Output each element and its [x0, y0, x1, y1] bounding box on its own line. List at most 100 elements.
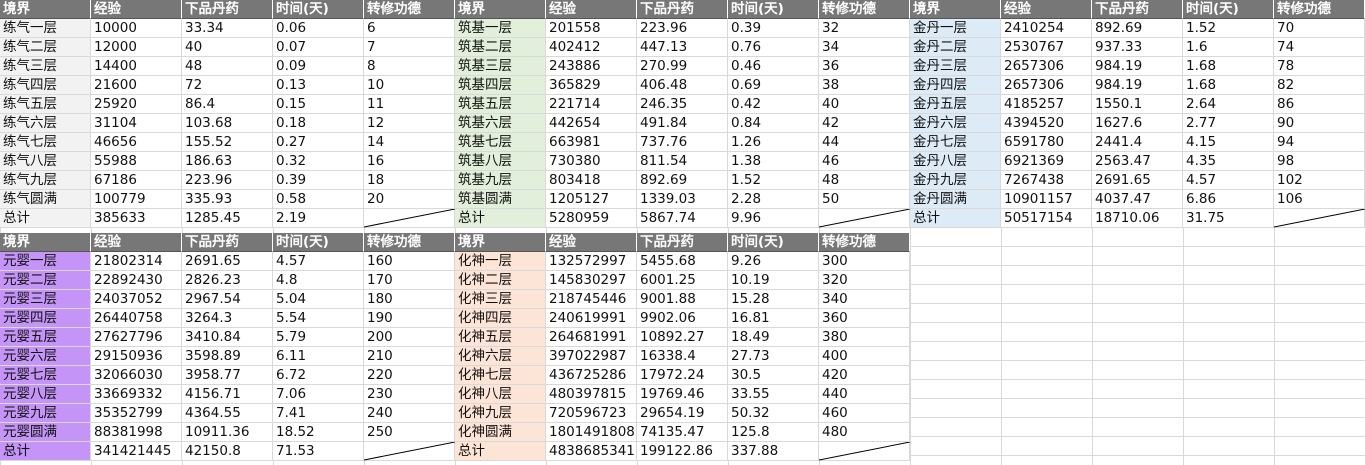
cell-days[interactable]: 5.79 — [273, 328, 364, 347]
column-header-experience[interactable]: 经验 — [546, 0, 637, 19]
column-header-pills[interactable]: 下品丹药 — [182, 0, 273, 19]
cell-merit[interactable]: 210 — [364, 347, 455, 366]
cell-realm[interactable]: 化神二层 — [455, 271, 546, 290]
cell-experience[interactable]: 22892430 — [91, 271, 182, 290]
column-header-pills[interactable]: 下品丹药 — [637, 233, 728, 252]
cell-merit[interactable]: 44 — [819, 133, 910, 152]
cell-days[interactable]: 0.09 — [273, 57, 364, 76]
cell-realm[interactable]: 金丹三层 — [910, 57, 1001, 76]
cell-experience[interactable]: 221714 — [546, 95, 637, 114]
cell-merit[interactable]: 94 — [1274, 133, 1365, 152]
cell-merit[interactable]: 38 — [819, 76, 910, 95]
total-cell-pills[interactable]: 42150.8 — [182, 442, 273, 461]
cell-pills[interactable]: 2563.47 — [1092, 152, 1183, 171]
cell-experience[interactable]: 397022987 — [546, 347, 637, 366]
cell-pills[interactable]: 447.13 — [637, 38, 728, 57]
column-header-experience[interactable]: 经验 — [1001, 0, 1092, 19]
cell-pills[interactable]: 2967.54 — [182, 290, 273, 309]
cell-days[interactable]: 0.18 — [273, 114, 364, 133]
cell-merit[interactable]: 250 — [364, 423, 455, 442]
total-cell-merit[interactable] — [819, 442, 910, 461]
cell-merit[interactable]: 7 — [364, 38, 455, 57]
cell-merit[interactable]: 400 — [819, 347, 910, 366]
cell-pills[interactable]: 2826.23 — [182, 271, 273, 290]
cell-pills[interactable]: 4037.47 — [1092, 190, 1183, 209]
cell-merit[interactable]: 86 — [1274, 95, 1365, 114]
cell-pills[interactable]: 74135.47 — [637, 423, 728, 442]
cell-merit[interactable]: 320 — [819, 271, 910, 290]
cell-realm[interactable]: 练气五层 — [0, 95, 91, 114]
cell-experience[interactable]: 21802314 — [91, 252, 182, 271]
cell-realm[interactable]: 练气二层 — [0, 38, 91, 57]
total-cell-realm[interactable]: 总计 — [455, 209, 546, 228]
cell-experience[interactable]: 145830297 — [546, 271, 637, 290]
cell-merit[interactable]: 42 — [819, 114, 910, 133]
cell-realm[interactable]: 筑基四层 — [455, 76, 546, 95]
cell-merit[interactable]: 12 — [364, 114, 455, 133]
cell-days[interactable]: 1.52 — [1183, 19, 1274, 38]
cell-experience[interactable]: 264681991 — [546, 328, 637, 347]
cell-realm[interactable]: 筑基五层 — [455, 95, 546, 114]
cell-merit[interactable]: 90 — [1274, 114, 1365, 133]
cell-experience[interactable]: 365829 — [546, 76, 637, 95]
column-header-realm[interactable]: 境界 — [0, 233, 91, 252]
cell-experience[interactable]: 218745446 — [546, 290, 637, 309]
cell-merit[interactable]: 36 — [819, 57, 910, 76]
cell-merit[interactable]: 10 — [364, 76, 455, 95]
cell-experience[interactable]: 240619991 — [546, 309, 637, 328]
cell-realm[interactable]: 元婴六层 — [0, 347, 91, 366]
cell-realm[interactable]: 筑基三层 — [455, 57, 546, 76]
cell-pills[interactable]: 223.96 — [637, 19, 728, 38]
cell-experience[interactable]: 1205127 — [546, 190, 637, 209]
cell-realm[interactable]: 化神九层 — [455, 404, 546, 423]
cell-pills[interactable]: 16338.4 — [637, 347, 728, 366]
cell-pills[interactable]: 10911.36 — [182, 423, 273, 442]
cell-experience[interactable]: 480397815 — [546, 385, 637, 404]
cell-realm[interactable]: 金丹五层 — [910, 95, 1001, 114]
cell-merit[interactable]: 380 — [819, 328, 910, 347]
cell-days[interactable]: 2.64 — [1183, 95, 1274, 114]
cell-pills[interactable]: 984.19 — [1092, 76, 1183, 95]
cell-experience[interactable]: 402412 — [546, 38, 637, 57]
cell-days[interactable]: 10.19 — [728, 271, 819, 290]
cell-realm[interactable]: 练气一层 — [0, 19, 91, 38]
column-header-days[interactable]: 时间(天) — [728, 233, 819, 252]
cell-experience[interactable]: 10000 — [91, 19, 182, 38]
cell-experience[interactable]: 663981 — [546, 133, 637, 152]
cell-realm[interactable]: 化神七层 — [455, 366, 546, 385]
cell-merit[interactable]: 230 — [364, 385, 455, 404]
cell-realm[interactable]: 筑基二层 — [455, 38, 546, 57]
cell-experience[interactable]: 7267438 — [1001, 171, 1092, 190]
cell-days[interactable]: 1.38 — [728, 152, 819, 171]
cell-experience[interactable]: 4394520 — [1001, 114, 1092, 133]
cell-experience[interactable]: 26440758 — [91, 309, 182, 328]
cell-realm[interactable]: 元婴四层 — [0, 309, 91, 328]
total-cell-experience[interactable]: 4838685341 — [546, 442, 637, 461]
total-cell-pills[interactable]: 18710.06 — [1092, 209, 1183, 228]
cell-days[interactable]: 6.72 — [273, 366, 364, 385]
cell-experience[interactable]: 6591780 — [1001, 133, 1092, 152]
cell-days[interactable]: 1.68 — [1183, 76, 1274, 95]
cell-pills[interactable]: 33.34 — [182, 19, 273, 38]
cell-realm[interactable]: 化神一层 — [455, 252, 546, 271]
cell-experience[interactable]: 29150936 — [91, 347, 182, 366]
cell-days[interactable]: 15.28 — [728, 290, 819, 309]
column-header-days[interactable]: 时间(天) — [273, 233, 364, 252]
total-cell-realm[interactable]: 总计 — [0, 209, 91, 228]
cell-merit[interactable]: 98 — [1274, 152, 1365, 171]
column-header-merit[interactable]: 转修功德 — [364, 233, 455, 252]
column-header-merit[interactable]: 转修功德 — [819, 0, 910, 19]
cell-merit[interactable]: 190 — [364, 309, 455, 328]
cell-merit[interactable]: 32 — [819, 19, 910, 38]
cell-experience[interactable]: 32066030 — [91, 366, 182, 385]
cell-pills[interactable]: 29654.19 — [637, 404, 728, 423]
cell-realm[interactable]: 练气四层 — [0, 76, 91, 95]
cell-experience[interactable]: 803418 — [546, 171, 637, 190]
cell-experience[interactable]: 730380 — [546, 152, 637, 171]
cell-experience[interactable]: 2530767 — [1001, 38, 1092, 57]
total-cell-merit[interactable] — [364, 442, 455, 461]
cell-pills[interactable]: 186.63 — [182, 152, 273, 171]
cell-experience[interactable]: 24037052 — [91, 290, 182, 309]
cell-experience[interactable]: 25920 — [91, 95, 182, 114]
cell-pills[interactable]: 72 — [182, 76, 273, 95]
